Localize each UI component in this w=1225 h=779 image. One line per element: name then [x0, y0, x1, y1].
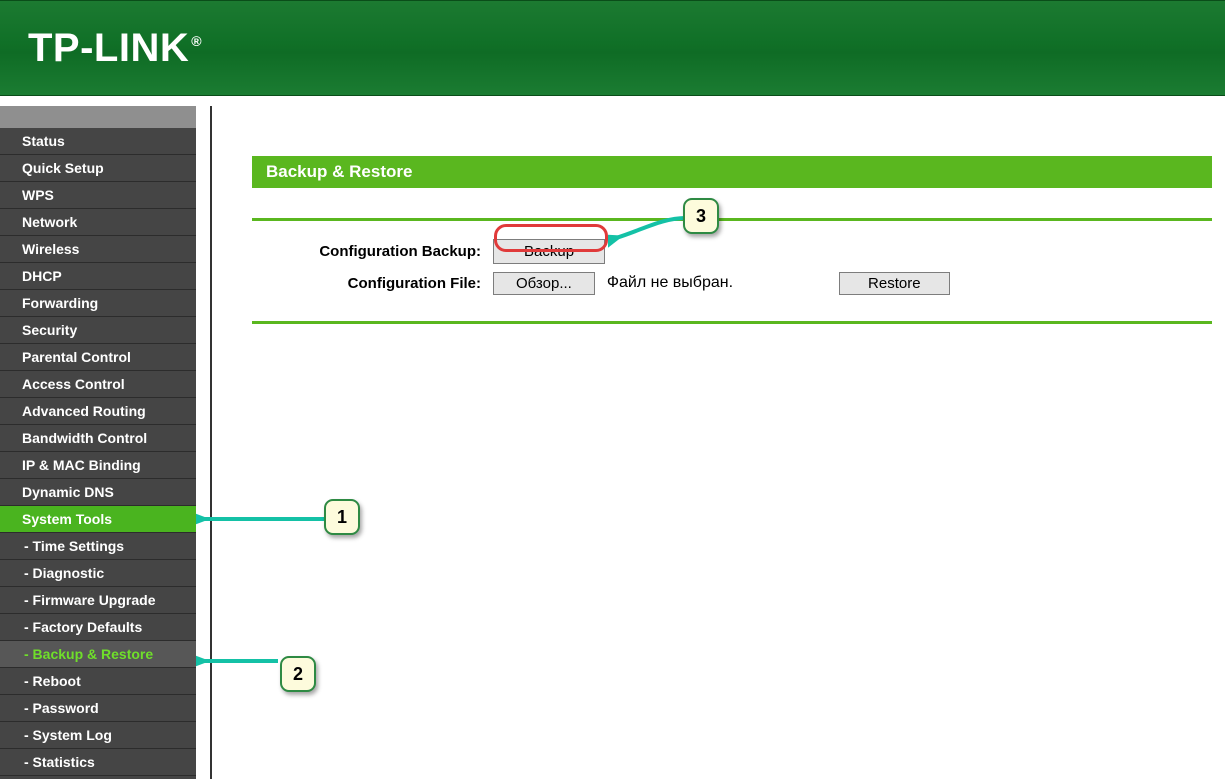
- sidebar-item-system-tools[interactable]: System Tools: [0, 506, 196, 533]
- sidebar-sub-system-log[interactable]: - System Log: [0, 722, 196, 749]
- main-content: Backup & Restore Configuration Backup: B…: [218, 106, 1225, 779]
- brand-registered: ®: [191, 33, 202, 49]
- sidebar-sub-firmware-upgrade[interactable]: - Firmware Upgrade: [0, 587, 196, 614]
- sidebar-item-label: System Tools: [22, 511, 112, 527]
- sidebar-item-label: - Diagnostic: [24, 565, 104, 581]
- sidebar-item-label: Security: [22, 322, 77, 338]
- header-gap: [0, 96, 1225, 106]
- sidebar-item-dynamic-dns[interactable]: Dynamic DNS: [0, 479, 196, 506]
- browse-button[interactable]: Обзор...: [493, 272, 595, 295]
- sidebar-item-forwarding[interactable]: Forwarding: [0, 290, 196, 317]
- sidebar-sub-time-settings[interactable]: - Time Settings: [0, 533, 196, 560]
- sidebar-item-label: Access Control: [22, 376, 125, 392]
- label-config-backup: Configuration Backup:: [252, 243, 487, 260]
- sidebar-sub-backup-restore[interactable]: - Backup & Restore: [0, 641, 196, 668]
- content-columns: Status Quick Setup WPS Network Wireless …: [0, 106, 1225, 779]
- section-divider-bottom: [252, 321, 1212, 324]
- sidebar-item-advanced-routing[interactable]: Advanced Routing: [0, 398, 196, 425]
- sidebar-item-label: Network: [22, 214, 77, 230]
- sidebar-item-label: - System Log: [24, 727, 112, 743]
- row-config-file: Configuration File: Обзор... Файл не выб…: [252, 267, 1212, 299]
- sidebar-item-label: - Reboot: [24, 673, 81, 689]
- sidebar-item-ip-mac-binding[interactable]: IP & MAC Binding: [0, 452, 196, 479]
- sidebar-item-wps[interactable]: WPS: [0, 182, 196, 209]
- sidebar-item-label: - Statistics: [24, 754, 95, 770]
- sidebar-item-label: IP & MAC Binding: [22, 457, 141, 473]
- sidebar-item-label: Bandwidth Control: [22, 430, 147, 446]
- backup-button[interactable]: Backup: [493, 239, 605, 264]
- page-title: Backup & Restore: [252, 156, 1212, 188]
- row-config-backup: Configuration Backup: Backup: [252, 235, 1212, 267]
- sidebar-item-label: Dynamic DNS: [22, 484, 114, 500]
- sidebar-item-status[interactable]: Status: [0, 128, 196, 155]
- sidebar-item-label: - Firmware Upgrade: [24, 592, 155, 608]
- sidebar-item-label: DHCP: [22, 268, 62, 284]
- sidebar-item-label: WPS: [22, 187, 54, 203]
- vertical-divider: [196, 106, 218, 779]
- sidebar-item-label: Quick Setup: [22, 160, 104, 176]
- sidebar-item-security[interactable]: Security: [0, 317, 196, 344]
- sidebar-item-label: - Password: [24, 700, 99, 716]
- sidebar-item-parental-control[interactable]: Parental Control: [0, 344, 196, 371]
- sidebar-item-label: - Backup & Restore: [24, 646, 153, 662]
- sidebar-sub-reboot[interactable]: - Reboot: [0, 668, 196, 695]
- sidebar-spacer: [0, 106, 196, 128]
- sidebar-sub-password[interactable]: - Password: [0, 695, 196, 722]
- sidebar-item-label: Parental Control: [22, 349, 131, 365]
- brand-text: TP-LINK: [28, 26, 189, 71]
- sidebar-item-label: Advanced Routing: [22, 403, 146, 419]
- sidebar: Status Quick Setup WPS Network Wireless …: [0, 106, 196, 779]
- header-band: TP-LINK ®: [0, 0, 1225, 96]
- sidebar-sub-factory-defaults[interactable]: - Factory Defaults: [0, 614, 196, 641]
- sidebar-item-access-control[interactable]: Access Control: [0, 371, 196, 398]
- brand-logo: TP-LINK ®: [28, 26, 202, 71]
- sidebar-item-label: Wireless: [22, 241, 79, 257]
- sidebar-item-label: Forwarding: [22, 295, 98, 311]
- sidebar-item-bandwidth-control[interactable]: Bandwidth Control: [0, 425, 196, 452]
- sidebar-item-dhcp[interactable]: DHCP: [0, 263, 196, 290]
- restore-button[interactable]: Restore: [839, 272, 950, 295]
- sidebar-item-label: - Factory Defaults: [24, 619, 142, 635]
- label-config-file: Configuration File:: [252, 275, 487, 292]
- sidebar-sub-diagnostic[interactable]: - Diagnostic: [0, 560, 196, 587]
- sidebar-sub-statistics[interactable]: - Statistics: [0, 749, 196, 776]
- file-status-text: Файл не выбран.: [607, 274, 733, 292]
- sidebar-item-label: - Time Settings: [24, 538, 124, 554]
- sidebar-item-quick-setup[interactable]: Quick Setup: [0, 155, 196, 182]
- sidebar-item-wireless[interactable]: Wireless: [0, 236, 196, 263]
- sidebar-item-label: Status: [22, 133, 65, 149]
- sidebar-item-network[interactable]: Network: [0, 209, 196, 236]
